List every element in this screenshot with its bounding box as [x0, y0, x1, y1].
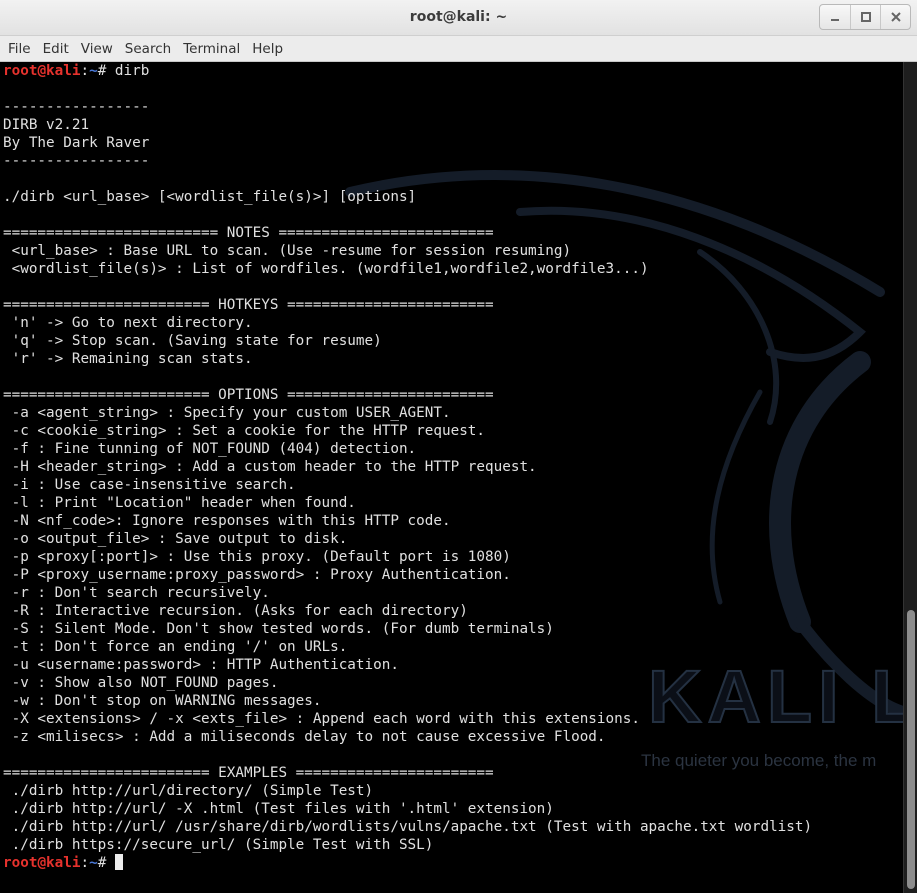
menu-search[interactable]: Search — [119, 36, 177, 62]
menu-bar: File Edit View Search Terminal Help — [0, 36, 917, 62]
window-title: root@kali: ~ — [409, 9, 508, 25]
output-line: By The Dark Raver — [3, 135, 150, 151]
output-line: ========================= NOTES ========… — [3, 225, 494, 241]
output-line: ======================== EXAMPLES ======… — [3, 765, 494, 781]
menu-file[interactable]: File — [2, 36, 37, 62]
output-line: -i : Use case-insensitive search. — [3, 477, 296, 493]
output-line: -c <cookie_string> : Set a cookie for th… — [3, 423, 486, 439]
terminal-area[interactable]: KALI LI The quieter you become, the m ro… — [0, 62, 903, 893]
output-line: 'q' -> Stop scan. (Saving state for resu… — [3, 333, 382, 349]
output-line: -p <proxy[:port]> : Use this proxy. (Def… — [3, 549, 511, 565]
close-icon — [890, 12, 901, 22]
prompt-line: root@kali:~# dirb — [3, 62, 812, 80]
minimize-icon — [831, 19, 839, 21]
prompt-symbol: # — [97, 63, 115, 79]
text-cursor — [114, 854, 123, 870]
output-line: ./dirb https://secure_url/ (Simple Test … — [3, 837, 434, 853]
output-line: ----------------- — [3, 99, 150, 115]
prompt-at: @ — [37, 855, 47, 871]
output-line: -X <extensions> / -x <exts_file> : Appen… — [3, 711, 640, 727]
output-line: ./dirb <url_base> [<wordlist_file(s)>] [… — [3, 189, 417, 205]
output-line: ./dirb http://url/ /usr/share/dirb/wordl… — [3, 819, 813, 835]
output-line: -w : Don't stop on WARNING messages. — [3, 693, 322, 709]
window-controls — [819, 4, 911, 30]
menu-terminal[interactable]: Terminal — [177, 36, 246, 62]
prompt-path: ~ — [89, 855, 98, 871]
menu-edit[interactable]: Edit — [37, 36, 75, 62]
prompt-user: root — [3, 855, 38, 871]
prompt-path: ~ — [89, 63, 98, 79]
prompt-at: @ — [37, 63, 47, 79]
output-line: ./dirb http://url/ -X .html (Test files … — [3, 801, 554, 817]
output-line: -f : Fine tunning of NOT_FOUND (404) det… — [3, 441, 417, 457]
output-line: <url_base> : Base URL to scan. (Use -res… — [3, 243, 572, 259]
prompt-host: kali — [46, 855, 81, 871]
output-line: -S : Silent Mode. Don't show tested word… — [3, 621, 554, 637]
vertical-scrollbar[interactable] — [903, 62, 917, 893]
command-output: ----------------- DIRB v2.21 By The Dark R… — [3, 80, 812, 854]
prompt-host: kali — [46, 63, 81, 79]
active-prompt-line[interactable]: root@kali:~# — [3, 854, 812, 872]
output-line: -R : Interactive recursion. (Asks for ea… — [3, 603, 468, 619]
minimize-button[interactable] — [820, 5, 850, 29]
output-line: <wordlist_file(s)> : List of wordfiles. … — [3, 261, 649, 277]
output-line: -r : Don't search recursively. — [3, 585, 270, 601]
output-line: ./dirb http://url/directory/ (Simple Tes… — [3, 783, 374, 799]
output-line: -t : Don't force an ending '/' on URLs. — [3, 639, 348, 655]
terminal-window: root@kali: ~ File Edit View Search Termi… — [0, 0, 917, 893]
title-bar[interactable]: root@kali: ~ — [0, 0, 917, 36]
close-button[interactable] — [880, 5, 910, 29]
menu-view[interactable]: View — [75, 36, 119, 62]
output-line: -v : Show also NOT_FOUND pages. — [3, 675, 279, 691]
output-line: -P <proxy_username:proxy_password> : Pro… — [3, 567, 511, 583]
output-line: ======================== HOTKEYS =======… — [3, 297, 494, 313]
prompt-user: root — [3, 63, 38, 79]
output-line: -a <agent_string> : Specify your custom … — [3, 405, 451, 421]
maximize-button[interactable] — [850, 5, 880, 29]
output-line: 'n' -> Go to next directory. — [3, 315, 253, 331]
maximize-icon — [860, 12, 871, 22]
terminal-output: root@kali:~# dirb ----------------- DIRB … — [3, 62, 812, 872]
output-line: 'r' -> Remaining scan stats. — [3, 351, 253, 367]
output-line: ======================== OPTIONS =======… — [3, 387, 494, 403]
prompt-separator: : — [80, 855, 90, 871]
menu-help[interactable]: Help — [246, 36, 289, 62]
output-line: -N <nf_code>: Ignore responses with this… — [3, 513, 451, 529]
output-line: -H <header_string> : Add a custom header… — [3, 459, 537, 475]
output-line: -u <username:password> : HTTP Authentica… — [3, 657, 399, 673]
output-line: DIRB v2.21 — [3, 117, 90, 133]
prompt-separator: : — [80, 63, 90, 79]
prompt-symbol: # — [97, 855, 115, 871]
scrollbar-thumb[interactable] — [907, 610, 915, 889]
command-text: dirb — [114, 63, 150, 79]
output-line: ----------------- — [3, 153, 150, 169]
output-line: -l : Print "Location" header when found. — [3, 495, 356, 511]
output-line: -o <output_file> : Save output to disk. — [3, 531, 348, 547]
output-line: -z <milisecs> : Add a miliseconds delay … — [3, 729, 606, 745]
